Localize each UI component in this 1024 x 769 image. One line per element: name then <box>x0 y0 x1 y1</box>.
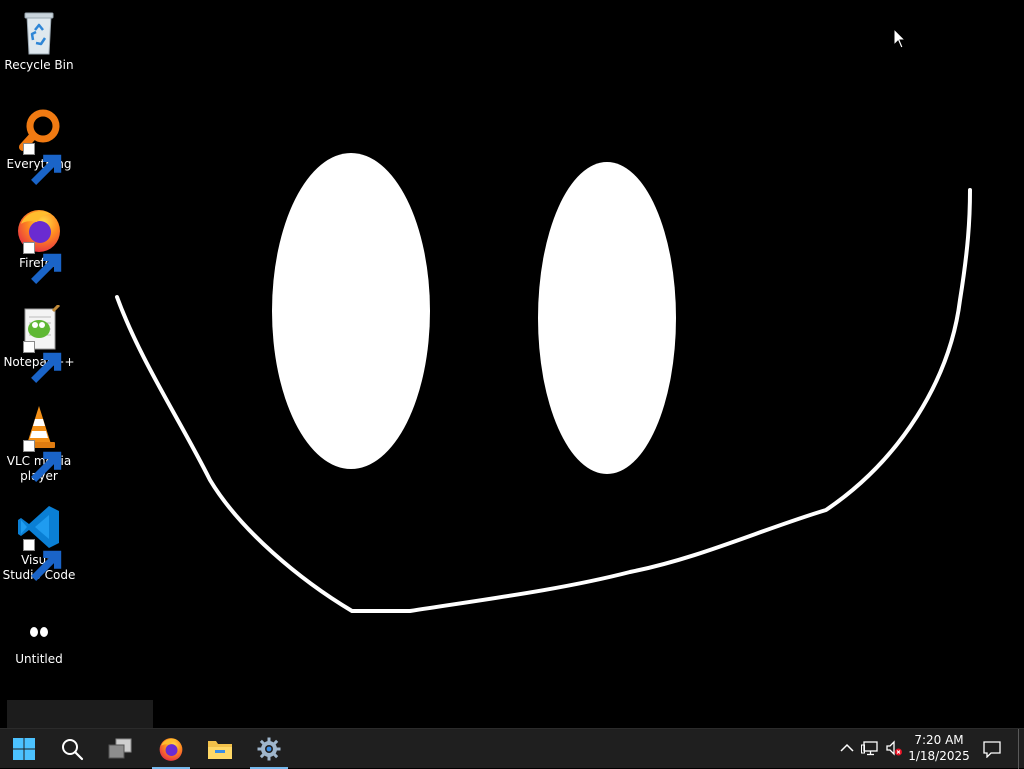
shortcut-arrow-icon <box>23 242 62 284</box>
show-desktop-button[interactable] <box>1018 729 1024 769</box>
notification-icon <box>983 741 1001 758</box>
desktop[interactable]: Recycle Bin Everything Firefox Notepad++… <box>0 0 1024 728</box>
shortcut-arrow-icon <box>23 539 62 581</box>
clock[interactable]: 7:20 AM 1/18/2025 <box>904 732 974 764</box>
start-button[interactable] <box>0 729 48 769</box>
folder-icon <box>208 741 232 759</box>
desktop-icon-everything[interactable]: Everything <box>2 107 76 185</box>
chevron-up-icon[interactable] <box>838 739 856 757</box>
desktop-icon-vlc[interactable]: VLC media player <box>2 404 76 484</box>
mouse-cursor-icon <box>893 28 907 49</box>
shortcut-arrow-icon <box>23 440 62 482</box>
taskbar: 7:20 AM 1/18/2025 <box>0 728 1024 769</box>
recycle-bin-icon <box>15 8 63 56</box>
windows-start-icon <box>13 738 35 760</box>
shortcut-arrow-icon <box>23 341 62 383</box>
desktop-icon-recycle-bin[interactable]: Recycle Bin <box>2 8 76 73</box>
desktop-icon-notepad-plus-plus[interactable]: Notepad++ <box>2 305 76 383</box>
left-eye <box>272 153 430 469</box>
notifications-button[interactable] <box>976 729 1008 769</box>
vlc-icon <box>15 404 63 482</box>
desktop-icon-label: Untitled <box>15 652 63 666</box>
desktop-icon-label: Recycle Bin <box>4 58 74 72</box>
tooltip-remnant <box>7 700 153 728</box>
shortcut-arrow-icon <box>23 143 62 185</box>
firefox-icon <box>15 206 63 284</box>
clock-time: 7:20 AM <box>914 733 964 747</box>
desktop-icon-firefox[interactable]: Firefox <box>2 206 76 284</box>
search-button[interactable] <box>48 729 96 769</box>
everything-search-icon <box>15 107 63 185</box>
search-icon <box>62 739 84 761</box>
firefox-icon <box>159 738 183 761</box>
desktop-icon-vscode[interactable]: Visual Studio Code <box>2 503 76 583</box>
taskbar-firefox[interactable] <box>147 729 195 769</box>
gear-icon <box>257 737 281 761</box>
notepad-plus-plus-icon <box>15 305 63 383</box>
vscode-icon <box>15 503 63 581</box>
task-view-icon <box>108 738 132 759</box>
network-icon[interactable] <box>861 739 879 757</box>
taskbar-settings[interactable] <box>245 729 293 769</box>
smile-curve <box>115 188 972 613</box>
untitled-eyes-icon <box>15 602 63 650</box>
volume-muted-icon[interactable] <box>885 739 903 757</box>
right-eye <box>538 162 676 474</box>
taskbar-file-explorer[interactable] <box>196 729 244 769</box>
task-view-button[interactable] <box>96 729 144 769</box>
clock-date: 1/18/2025 <box>908 749 970 763</box>
desktop-icon-untitled[interactable]: Untitled <box>2 602 76 667</box>
smiley-drawing <box>115 153 972 613</box>
